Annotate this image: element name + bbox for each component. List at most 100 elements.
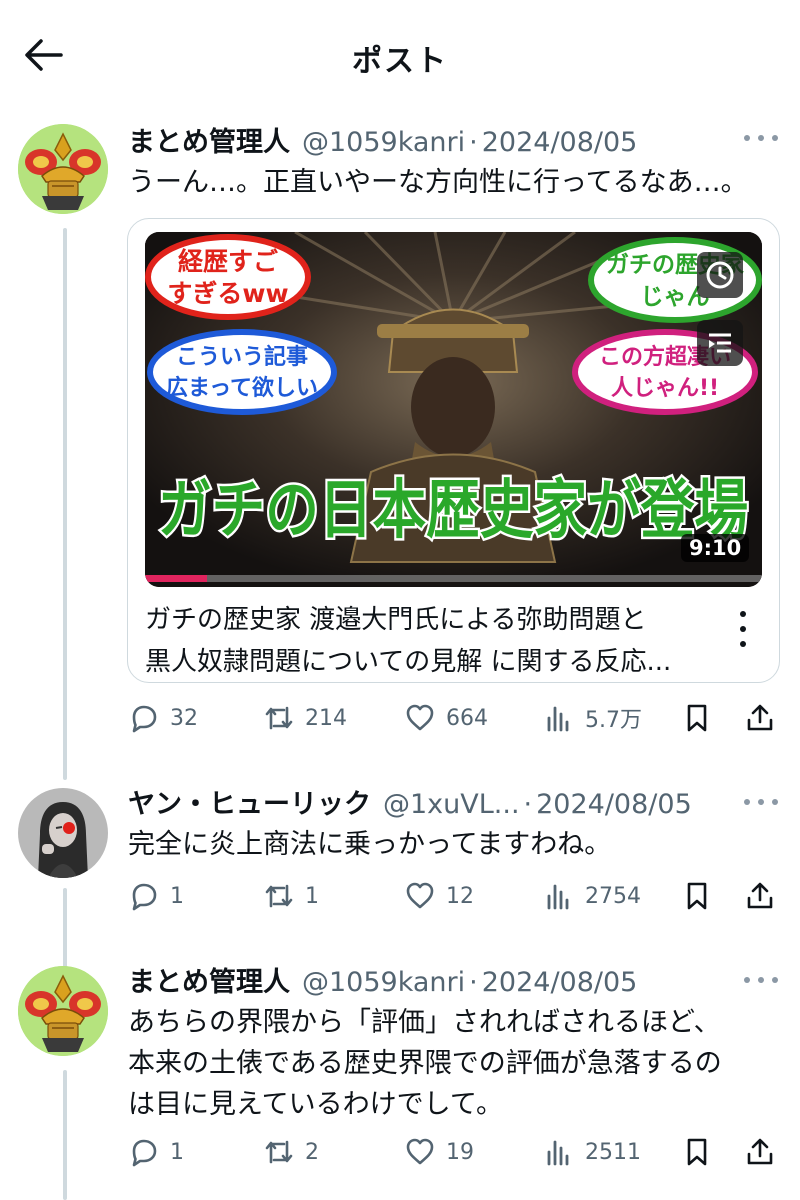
tweet-text-line: 本来の土俵である歴史界隈での評価が急落するの <box>128 1048 722 1079</box>
tweet-text: 完全に炎上商法に乗っかってますわね。 <box>128 829 612 860</box>
like-count: 664 <box>446 705 488 731</box>
bookmark-icon <box>687 1138 707 1166</box>
view-count: 2511 <box>585 1139 641 1165</box>
like-count: 12 <box>446 883 474 909</box>
share-button[interactable] <box>744 1132 776 1172</box>
retweet-count: 2 <box>305 1139 319 1165</box>
more-button[interactable] <box>744 970 778 990</box>
video-duration: 9:10 <box>681 534 750 562</box>
reply-icon <box>132 705 157 733</box>
share-button[interactable] <box>744 876 776 916</box>
thumb-bubble-blue: こういう記事 広まって欲しい <box>147 329 337 415</box>
bookmark-button[interactable] <box>681 698 713 738</box>
tweet-header: まとめ管理人 @1059kanri · 2024/08/05 <box>128 120 637 160</box>
like-button[interactable]: 12 <box>404 876 474 916</box>
retweet-button[interactable]: 214 <box>263 698 347 738</box>
views-button[interactable]: 2511 <box>543 1132 641 1172</box>
reply-count: 1 <box>170 1139 184 1165</box>
share-icon <box>747 704 773 731</box>
more-icon <box>744 799 750 805</box>
more-button[interactable] <box>744 792 778 812</box>
tweet-text-line: は目に見えているわけでして。 <box>128 1089 504 1120</box>
tweet-actions: 1 2 19 2511 <box>128 1132 778 1172</box>
share-button[interactable] <box>744 698 776 738</box>
reply-icon <box>132 1139 157 1167</box>
svg-text:広まって欲しい: 広まって欲しい <box>166 375 318 401</box>
display-name[interactable]: ヤン・ヒューリック <box>128 782 371 821</box>
views-button[interactable]: 2754 <box>543 876 641 916</box>
share-icon <box>747 882 773 909</box>
reply-count: 32 <box>170 705 198 731</box>
view-count: 2754 <box>585 883 641 909</box>
tweet-actions: 1 1 12 2754 <box>128 876 778 916</box>
views-button[interactable]: 5.7万 <box>543 698 642 738</box>
playlist-icon <box>709 333 731 353</box>
link-card[interactable]: 経歴すご すぎるww ガチの歴史家 じゃん こういう記事 広まって欲しい この方… <box>127 218 780 683</box>
user-handle[interactable]: @1xuVL... <box>383 789 520 820</box>
svg-text:こういう記事: こういう記事 <box>176 344 308 370</box>
thread-line <box>63 228 67 780</box>
card-more-button[interactable] <box>733 611 753 647</box>
bookmark-button[interactable] <box>681 1132 713 1172</box>
character-avatar <box>18 788 108 878</box>
reply-icon <box>132 883 157 911</box>
clock-icon <box>706 261 734 289</box>
tweet-header: ヤン・ヒューリック @1xuVL... · 2024/08/05 <box>128 782 692 822</box>
like-icon <box>406 882 434 909</box>
tweet-text: あちらの界隈から「評価」されればされるほど、 本来の土俵である歴史界隈での評価が… <box>128 1002 780 1125</box>
retweet-button[interactable]: 1 <box>263 876 319 916</box>
bookmark-icon <box>687 882 707 910</box>
separator-dot: · <box>469 127 478 158</box>
card-title[interactable]: ガチの歴史家 渡邉大門氏による弥助問題と 黒人奴隷問題についての見解 に関する反… <box>145 599 705 682</box>
thumbnail-graphic: 経歴すご すぎるww ガチの歴史家 じゃん こういう記事 広まって欲しい この方… <box>145 232 762 587</box>
retweet-icon <box>265 706 293 730</box>
reply-button[interactable]: 32 <box>128 698 198 738</box>
avatar[interactable] <box>18 788 108 878</box>
more-button[interactable] <box>744 128 778 148</box>
samurai-helmet-avatar <box>18 124 108 214</box>
more-icon <box>744 135 750 141</box>
reply-button[interactable]: 1 <box>128 876 184 916</box>
retweet-icon <box>265 1140 293 1164</box>
display-name[interactable]: まとめ管理人 <box>128 960 290 999</box>
add-to-queue-button[interactable] <box>697 320 743 366</box>
card-title-line: 黒人奴隷問題についての見解 に関する反応... <box>145 647 672 677</box>
bookmark-icon <box>687 704 707 732</box>
separator-dot: · <box>469 967 478 998</box>
svg-text:経歴すご: 経歴すご <box>178 247 278 276</box>
thread-line <box>63 888 67 970</box>
views-icon <box>547 706 569 732</box>
like-icon <box>406 704 434 731</box>
like-count: 19 <box>446 1139 474 1165</box>
video-progress-bar <box>145 575 207 582</box>
more-icon <box>744 977 750 983</box>
kebab-icon <box>740 611 746 617</box>
top-bar: ポスト <box>0 0 800 110</box>
avatar[interactable] <box>18 124 108 214</box>
bookmark-button[interactable] <box>681 876 713 916</box>
timestamp[interactable]: 2024/08/05 <box>482 127 638 158</box>
svg-text:人じゃん!!: 人じゃん!! <box>611 376 719 401</box>
card-title-line: ガチの歴史家 渡邉大門氏による弥助問題と <box>145 605 647 635</box>
like-button[interactable]: 664 <box>404 698 488 738</box>
video-thumbnail[interactable]: 経歴すご すぎるww ガチの歴史家 じゃん こういう記事 広まって欲しい この方… <box>145 232 762 587</box>
user-handle[interactable]: @1059kanri <box>302 967 465 998</box>
timestamp[interactable]: 2024/08/05 <box>482 967 638 998</box>
views-icon <box>547 1140 569 1166</box>
thumb-headline: ガチの日本歴史家が登場 <box>158 474 748 548</box>
tweet-actions: 32 214 664 5.7万 <box>128 698 778 738</box>
retweet-button[interactable]: 2 <box>263 1132 319 1172</box>
display-name[interactable]: まとめ管理人 <box>128 120 290 159</box>
reply-count: 1 <box>170 883 184 909</box>
watch-later-button[interactable] <box>697 252 743 298</box>
reply-button[interactable]: 1 <box>128 1132 184 1172</box>
retweet-count: 1 <box>305 883 319 909</box>
views-icon <box>547 884 569 910</box>
retweet-count: 214 <box>305 705 347 731</box>
thumb-bubble-red: 経歴すご すぎるww <box>145 234 311 320</box>
avatar[interactable] <box>18 966 108 1056</box>
user-handle[interactable]: @1059kanri <box>302 127 465 158</box>
like-button[interactable]: 19 <box>404 1132 474 1172</box>
like-icon <box>406 1138 434 1165</box>
timestamp[interactable]: 2024/08/05 <box>536 789 692 820</box>
